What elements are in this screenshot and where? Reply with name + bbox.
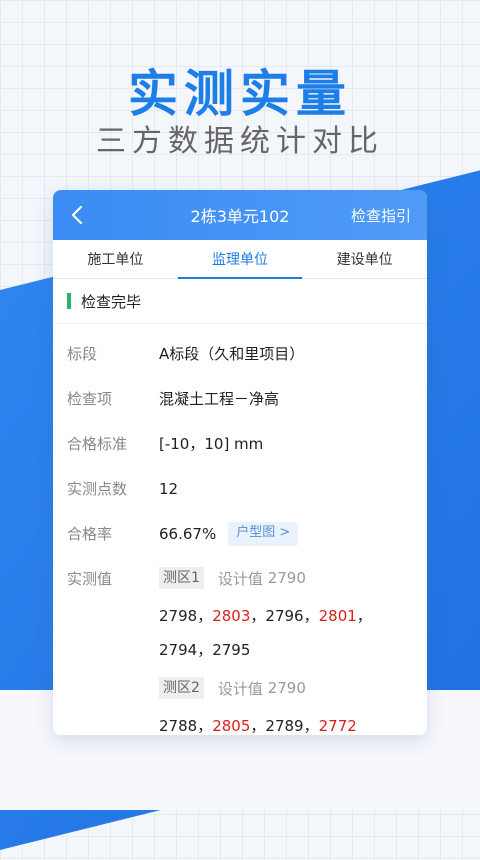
status-row: 检查完毕 <box>53 279 427 324</box>
measured-value: 2772 <box>318 717 357 735</box>
detail-row-points: 实测点数 12 <box>67 477 427 501</box>
detail-row-item: 检查项 混凝土工程－净高 <box>67 387 427 411</box>
standard-value: [-10，10] mm <box>159 435 264 453</box>
section-value: A标段（久和里项目） <box>159 345 305 363</box>
tab-developer[interactable]: 建设单位 <box>302 240 427 278</box>
status-indicator <box>67 293 71 309</box>
zone-values: 2798，2803，2796，2801， 2794，2795 <box>159 607 372 659</box>
hero-subtitle: 三方数据统计对比 <box>96 124 384 159</box>
item-label: 检查项 <box>67 390 113 408</box>
party-tabs: 施工单位 监理单位 建设单位 <box>53 240 427 279</box>
measured-value: 2788 <box>159 717 198 735</box>
zone-values: 2788，2805，2789，2772 <box>159 717 357 735</box>
measured-value: 2789 <box>265 717 304 735</box>
measured-value: 2798 <box>159 607 198 625</box>
points-label: 实测点数 <box>67 480 128 498</box>
measured-value: 2794 <box>159 641 198 659</box>
card-header: 2栋3单元102 检查指引 <box>53 190 427 240</box>
measured-value: 2805 <box>212 717 251 735</box>
zone-header: 测区1 设计值 2790 <box>159 567 427 589</box>
design-label: 设计值 <box>217 569 263 588</box>
points-value: 12 <box>159 480 179 498</box>
rate-value: 66.67% <box>159 525 217 543</box>
design-label: 设计值 <box>217 679 263 698</box>
measured-value: 2801 <box>318 607 357 625</box>
inspection-card: 2栋3单元102 检查指引 施工单位 监理单位 建设单位 检查完毕 标段 A标段… <box>53 190 427 735</box>
item-value: 混凝土工程－净高 <box>159 390 280 408</box>
unit-title: 2栋3单元102 <box>190 207 290 226</box>
section-label: 标段 <box>67 345 98 363</box>
rate-label: 合格率 <box>67 525 113 543</box>
zone-header: 测区2 设计值 2790 <box>159 677 427 699</box>
standard-label: 合格标准 <box>67 435 128 453</box>
detail-row-standard: 合格标准 [-10，10] mm <box>67 432 427 456</box>
measured-values-block: 测区1 设计值 2790 2798，2803，2796，2801， 2794，27… <box>159 567 427 735</box>
zone-tag: 测区1 <box>159 567 204 589</box>
measured-value: 2795 <box>212 641 251 659</box>
measured-value: 2796 <box>265 607 304 625</box>
design-value: 2790 <box>267 569 306 587</box>
inspection-guide-link[interactable]: 检查指引 <box>351 205 411 226</box>
detail-row-section: 标段 A标段（久和里项目） <box>67 342 427 366</box>
design-value: 2790 <box>267 679 306 697</box>
chevron-left-icon[interactable] <box>67 202 89 228</box>
zone-tag: 测区2 <box>159 677 204 699</box>
status-label: 检查完毕 <box>81 292 142 311</box>
detail-row-rate: 合格率 66.67% 户型图 > <box>67 522 427 546</box>
floorplan-button[interactable]: 户型图 > <box>228 522 299 546</box>
tab-construction[interactable]: 施工单位 <box>53 240 178 278</box>
tab-supervision[interactable]: 监理单位 <box>177 240 303 279</box>
details-section: 标段 A标段（久和里项目） 检查项 混凝土工程－净高 合格标准 [-10，10]… <box>53 324 427 735</box>
measured-value: 2803 <box>212 607 251 625</box>
measured-label: 实测值 <box>67 570 113 588</box>
